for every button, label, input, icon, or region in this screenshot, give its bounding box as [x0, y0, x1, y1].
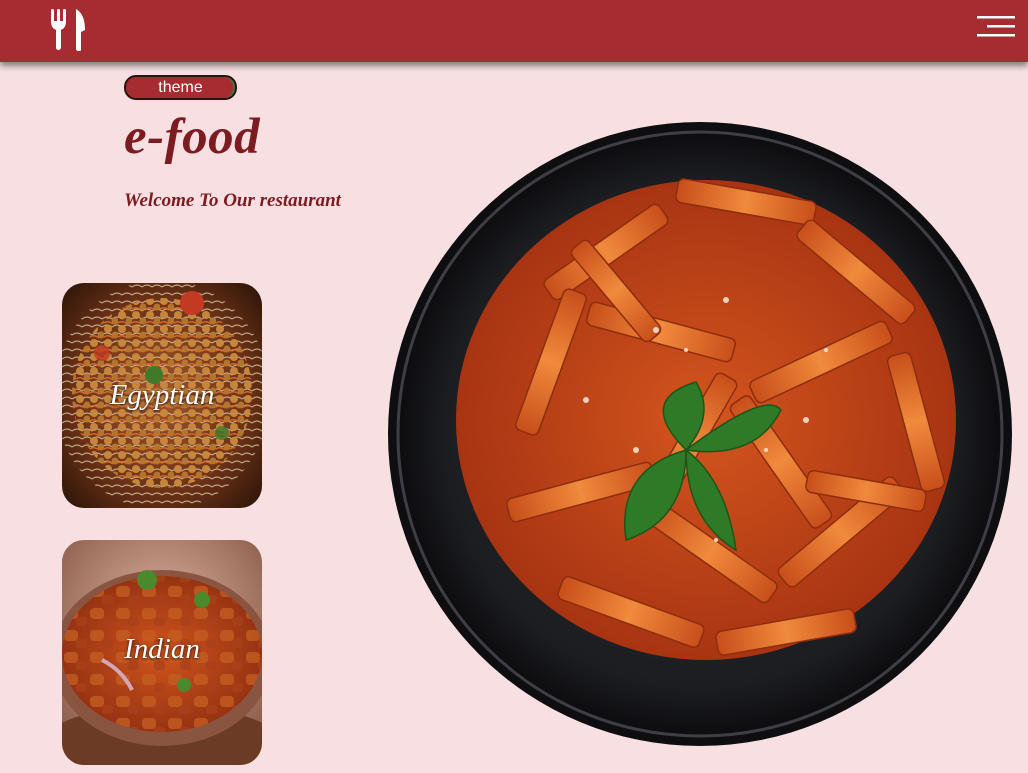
category-card-indian[interactable]: Indian: [62, 540, 262, 765]
pasta-bowl-image: [388, 122, 1012, 746]
top-navbar: [0, 0, 1028, 62]
hamburger-menu-icon[interactable]: [975, 14, 1017, 38]
category-label: Egyptian: [109, 379, 215, 411]
theme-button[interactable]: theme: [124, 75, 237, 100]
welcome-text: Welcome To Our restaurant: [124, 190, 341, 211]
brand-title: e-food: [124, 109, 261, 165]
fork-knife-icon[interactable]: [47, 8, 87, 52]
category-card-egyptian[interactable]: Egyptian: [62, 283, 262, 508]
category-label: Indian: [124, 633, 200, 665]
